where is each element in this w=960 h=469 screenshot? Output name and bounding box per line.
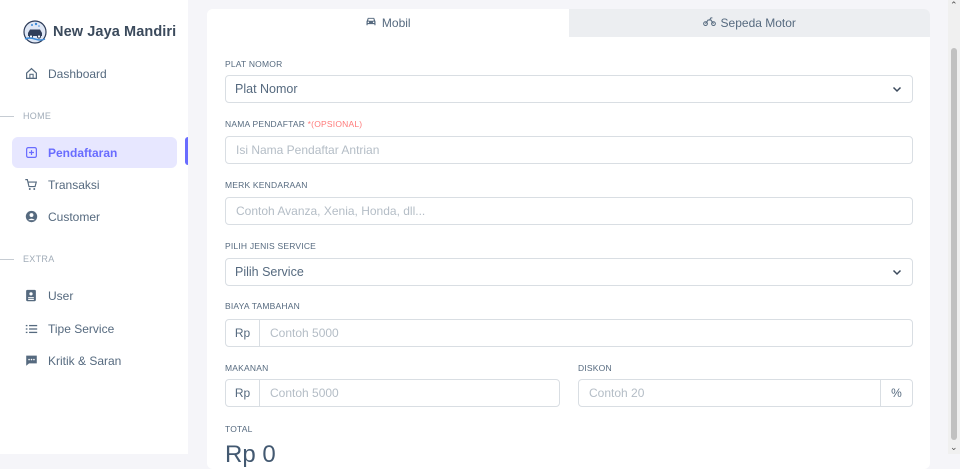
sidebar-item-label: Dashboard — [48, 66, 107, 81]
percent-suffix: % — [880, 380, 912, 406]
home-icon — [24, 67, 38, 81]
placeholder: Contoh 5000 — [270, 326, 339, 340]
placeholder: Isi Nama Pendaftar Antrian — [236, 143, 380, 157]
nama-pendaftar-input[interactable]: Isi Nama Pendaftar Antrian — [225, 136, 913, 164]
user-circle-icon — [24, 210, 38, 224]
jenis-service-select[interactable]: Pilih Service — [225, 258, 913, 286]
tab-label: Mobil — [381, 16, 411, 30]
placeholder: Contoh 20 — [589, 386, 645, 400]
section-header-extra: EXTRA — [0, 254, 55, 264]
chat-icon — [24, 354, 38, 368]
currency-prefix: Rp — [226, 380, 260, 406]
active-indicator — [185, 137, 188, 165]
brand[interactable]: New Jaya Mandiri — [23, 20, 176, 44]
jenis-service-label: PILIH JENIS SERVICE — [225, 241, 317, 251]
list-icon — [24, 322, 38, 336]
merk-kendaraan-label: MERK KENDARAAN — [225, 180, 308, 190]
cart-icon — [24, 178, 38, 192]
id-card-icon — [24, 289, 38, 303]
sidebar-item-dashboard[interactable]: Dashboard — [12, 58, 177, 89]
total-value: Rp 0 — [225, 441, 276, 468]
sidebar-item-label: User — [48, 288, 74, 303]
sidebar-item-label: Kritik & Saran — [48, 353, 122, 368]
sidebar-item-label: Customer — [48, 209, 101, 224]
brand-name: New Jaya Mandiri — [53, 24, 177, 40]
tab-mobil[interactable]: Mobil — [207, 9, 569, 37]
total-label: TOTAL — [225, 424, 253, 434]
car-wash-logo-icon — [23, 20, 47, 44]
scroll-up-icon[interactable]: ⌃ — [950, 0, 958, 11]
nama-pendaftar-label: NAMA PENDAFTAR *(OPSIONAL) — [225, 119, 363, 129]
tab-sepeda-motor[interactable]: Sepeda Motor — [568, 9, 930, 37]
sidebar-item-user[interactable]: User — [12, 280, 177, 311]
placeholder: Contoh Avanza, Xenia, Honda, dll... — [236, 204, 426, 218]
biaya-tambahan-input[interactable]: Rp Contoh 5000 — [225, 319, 913, 347]
plat-nomor-label: PLAT NOMOR — [225, 59, 283, 69]
select-value: Pilih Service — [235, 265, 304, 279]
merk-kendaraan-input[interactable]: Contoh Avanza, Xenia, Honda, dll... — [225, 197, 913, 225]
plus-square-icon — [24, 146, 38, 160]
sidebar-item-transaksi[interactable]: Transaksi — [12, 169, 177, 200]
makanan-label: MAKANAN — [225, 363, 269, 373]
sidebar-item-customer[interactable]: Customer — [12, 201, 177, 232]
sidebar-item-tipe-service[interactable]: Tipe Service — [12, 313, 177, 344]
sidebar: New Jaya Mandiri Dashboard HOME Pendafta… — [0, 0, 188, 454]
tab-label: Sepeda Motor — [720, 16, 796, 30]
sidebar-item-pendaftaran[interactable]: Pendaftaran — [12, 137, 177, 168]
scrollbar-thumb[interactable] — [951, 48, 957, 440]
sidebar-item-label: Transaksi — [48, 177, 100, 192]
makanan-input[interactable]: Rp Contoh 5000 — [225, 379, 560, 407]
diskon-label: DISKON — [578, 363, 612, 373]
car-icon — [365, 16, 377, 30]
select-value: Plat Nomor — [235, 82, 298, 96]
biaya-tambahan-label: BIAYA TAMBAHAN — [225, 301, 300, 311]
plat-nomor-select[interactable]: Plat Nomor — [225, 75, 913, 103]
chevron-down-icon — [892, 86, 902, 93]
chevron-down-icon — [892, 269, 902, 276]
registration-card: Mobil Sepeda Motor PLAT NOMOR Plat Nomor… — [207, 9, 930, 469]
currency-prefix: Rp — [226, 320, 260, 346]
diskon-input[interactable]: Contoh 20 % — [578, 379, 913, 407]
optional-note: *(OPSIONAL) — [307, 119, 363, 129]
scroll-down-icon[interactable]: ⌄ — [950, 442, 958, 453]
section-header-home: HOME — [0, 111, 51, 121]
sidebar-item-label: Pendaftaran — [48, 145, 118, 160]
sidebar-item-kritik-saran[interactable]: Kritik & Saran — [12, 345, 177, 376]
vehicle-tabs: Mobil Sepeda Motor — [207, 9, 930, 37]
sidebar-item-label: Tipe Service — [48, 321, 115, 336]
placeholder: Contoh 5000 — [270, 386, 339, 400]
motorcycle-icon — [702, 16, 716, 30]
